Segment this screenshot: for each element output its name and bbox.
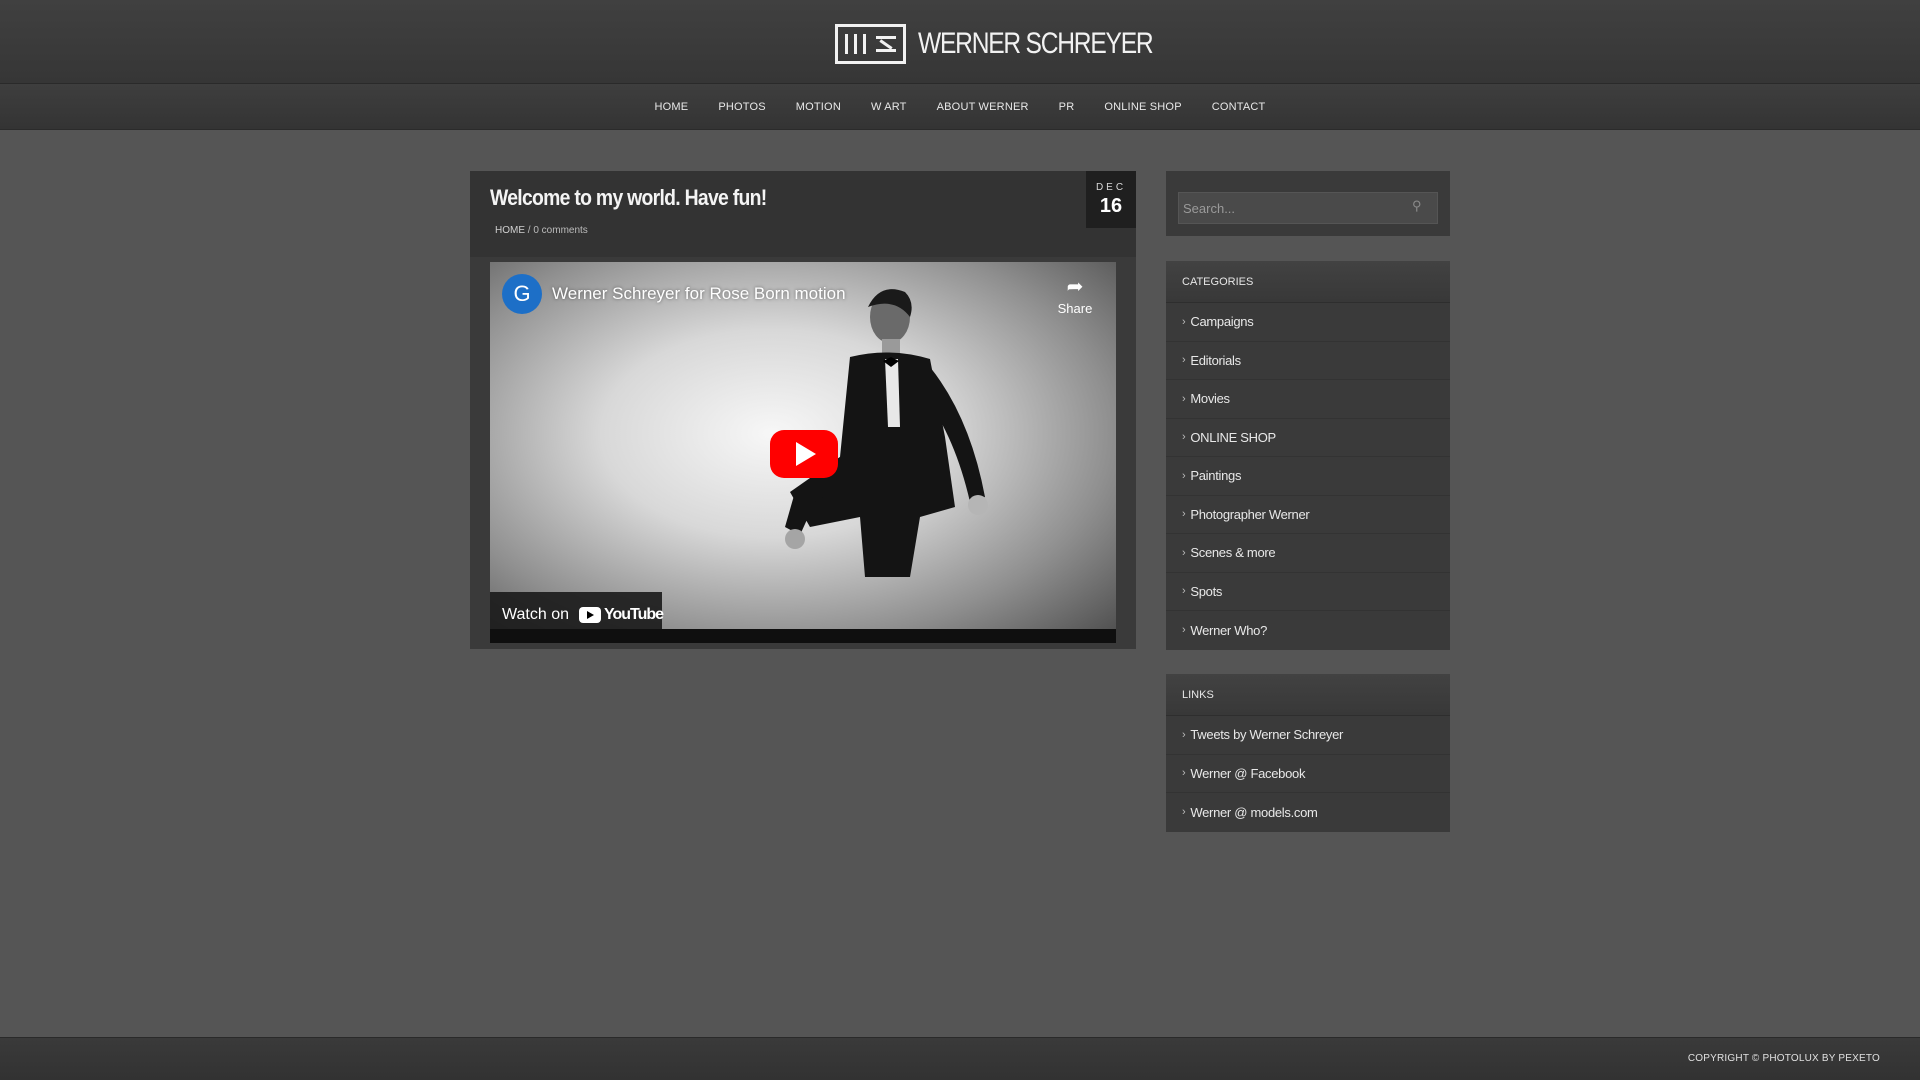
categories-list: › Campaigns › Editorials › Movies › ONLINE S…	[1166, 303, 1450, 650]
link-item[interactable]: › Tweets by Werner Schreyer	[1166, 716, 1450, 755]
share-button[interactable]: ➦ Share	[1050, 274, 1100, 316]
search-icon[interactable]: ⚲	[1412, 198, 1426, 213]
category-item[interactable]: › Spots	[1166, 573, 1450, 611]
link-item[interactable]: › Werner @ models.com	[1166, 793, 1450, 832]
play-icon	[796, 442, 816, 466]
site-header: WERNER SCHREYER	[0, 0, 1920, 84]
play-button[interactable]	[770, 430, 838, 478]
chevron-right-icon: ›	[1182, 508, 1186, 521]
categories-widget: CATEGORIES › Campaigns › Editorials › Movie…	[1166, 261, 1450, 650]
search-widget: ⚲	[1166, 171, 1450, 236]
category-item[interactable]: › Scenes & more	[1166, 534, 1450, 573]
chevron-right-icon: ›	[1182, 767, 1186, 780]
category-item[interactable]: › Werner Who?	[1166, 611, 1450, 650]
search-input[interactable]	[1178, 192, 1438, 224]
nav-item-photos[interactable]: PHOTOS	[703, 101, 780, 113]
link-item[interactable]: › Werner @ Facebook	[1166, 755, 1450, 793]
comments-link[interactable]: 0 comments	[533, 225, 587, 236]
chevron-right-icon: ›	[1182, 585, 1186, 598]
logo-mark-icon	[835, 24, 906, 64]
watch-on-label: Watch on	[502, 606, 569, 623]
post-date-day: 16	[1099, 195, 1123, 217]
nav-item-w-art[interactable]: W ART	[856, 101, 922, 113]
links-title: LINKS	[1166, 674, 1450, 716]
chevron-right-icon: ›	[1182, 315, 1186, 328]
copyright-text: COPYRIGHT © PHOTOLUX BY PEXETO	[1687, 1053, 1880, 1064]
chevron-right-icon: ›	[1182, 354, 1186, 367]
site-logo[interactable]: WERNER SCHREYER	[835, 24, 1204, 64]
chevron-right-icon: ›	[1182, 431, 1186, 444]
category-item[interactable]: › Campaigns	[1166, 303, 1450, 342]
logo-text: WERNER SCHREYER	[918, 27, 1154, 60]
post-meta: HOME / 0 comments	[495, 225, 588, 236]
share-icon: ➦	[1066, 276, 1084, 298]
nav-item-motion[interactable]: MOTION	[781, 101, 856, 113]
chevron-right-icon: ›	[1182, 469, 1186, 482]
channel-avatar[interactable]: G	[502, 274, 542, 314]
video-bottom-bar	[490, 629, 1116, 643]
category-item[interactable]: › ONLINE SHOP	[1166, 419, 1450, 457]
post-date-badge: DEC 16	[1086, 171, 1136, 228]
nav-item-home[interactable]: HOME	[640, 101, 704, 113]
post-date-month: DEC	[1095, 182, 1127, 193]
links-list: › Tweets by Werner Schreyer › Werner @ Fac…	[1166, 716, 1450, 832]
youtube-logo-icon: YouTube	[579, 606, 664, 624]
video-title[interactable]: Werner Schreyer for Rose Born motion	[552, 284, 846, 304]
chevron-right-icon: ›	[1182, 806, 1186, 819]
category-item[interactable]: › Photographer Werner	[1166, 496, 1450, 534]
site-footer: COPYRIGHT © PHOTOLUX BY PEXETO	[0, 1037, 1920, 1080]
chevron-right-icon: ›	[1182, 728, 1186, 741]
links-widget: LINKS › Tweets by Werner Schreyer › Werner…	[1166, 674, 1450, 832]
nav-item-about-werner[interactable]: ABOUT WERNER	[922, 101, 1044, 113]
nav-item-pr[interactable]: PR	[1044, 101, 1090, 113]
breadcrumb-home[interactable]: HOME	[495, 225, 525, 236]
post-header: Welcome to my world. Have fun! HOME / 0 …	[470, 171, 1136, 257]
video-embed[interactable]: G Werner Schreyer for Rose Born motion ➦…	[490, 262, 1116, 643]
chevron-right-icon: ›	[1182, 624, 1186, 637]
post-title[interactable]: Welcome to my world. Have fun!	[490, 185, 767, 211]
nav-item-contact[interactable]: CONTACT	[1197, 101, 1281, 113]
youtube-text: YouTube	[604, 606, 664, 623]
categories-title: CATEGORIES	[1166, 261, 1450, 303]
nav-item-online-shop[interactable]: ONLINE SHOP	[1089, 101, 1196, 113]
chevron-right-icon: ›	[1182, 546, 1186, 559]
category-item[interactable]: › Paintings	[1166, 457, 1450, 496]
category-item[interactable]: › Editorials	[1166, 342, 1450, 380]
blog-post: Welcome to my world. Have fun! HOME / 0 …	[470, 171, 1136, 649]
share-label: Share	[1057, 301, 1093, 316]
category-item[interactable]: › Movies	[1166, 380, 1450, 419]
chevron-right-icon: ›	[1182, 392, 1186, 405]
main-nav: HOME PHOTOS MOTION W ART ABOUT WERNER PR…	[0, 84, 1920, 130]
